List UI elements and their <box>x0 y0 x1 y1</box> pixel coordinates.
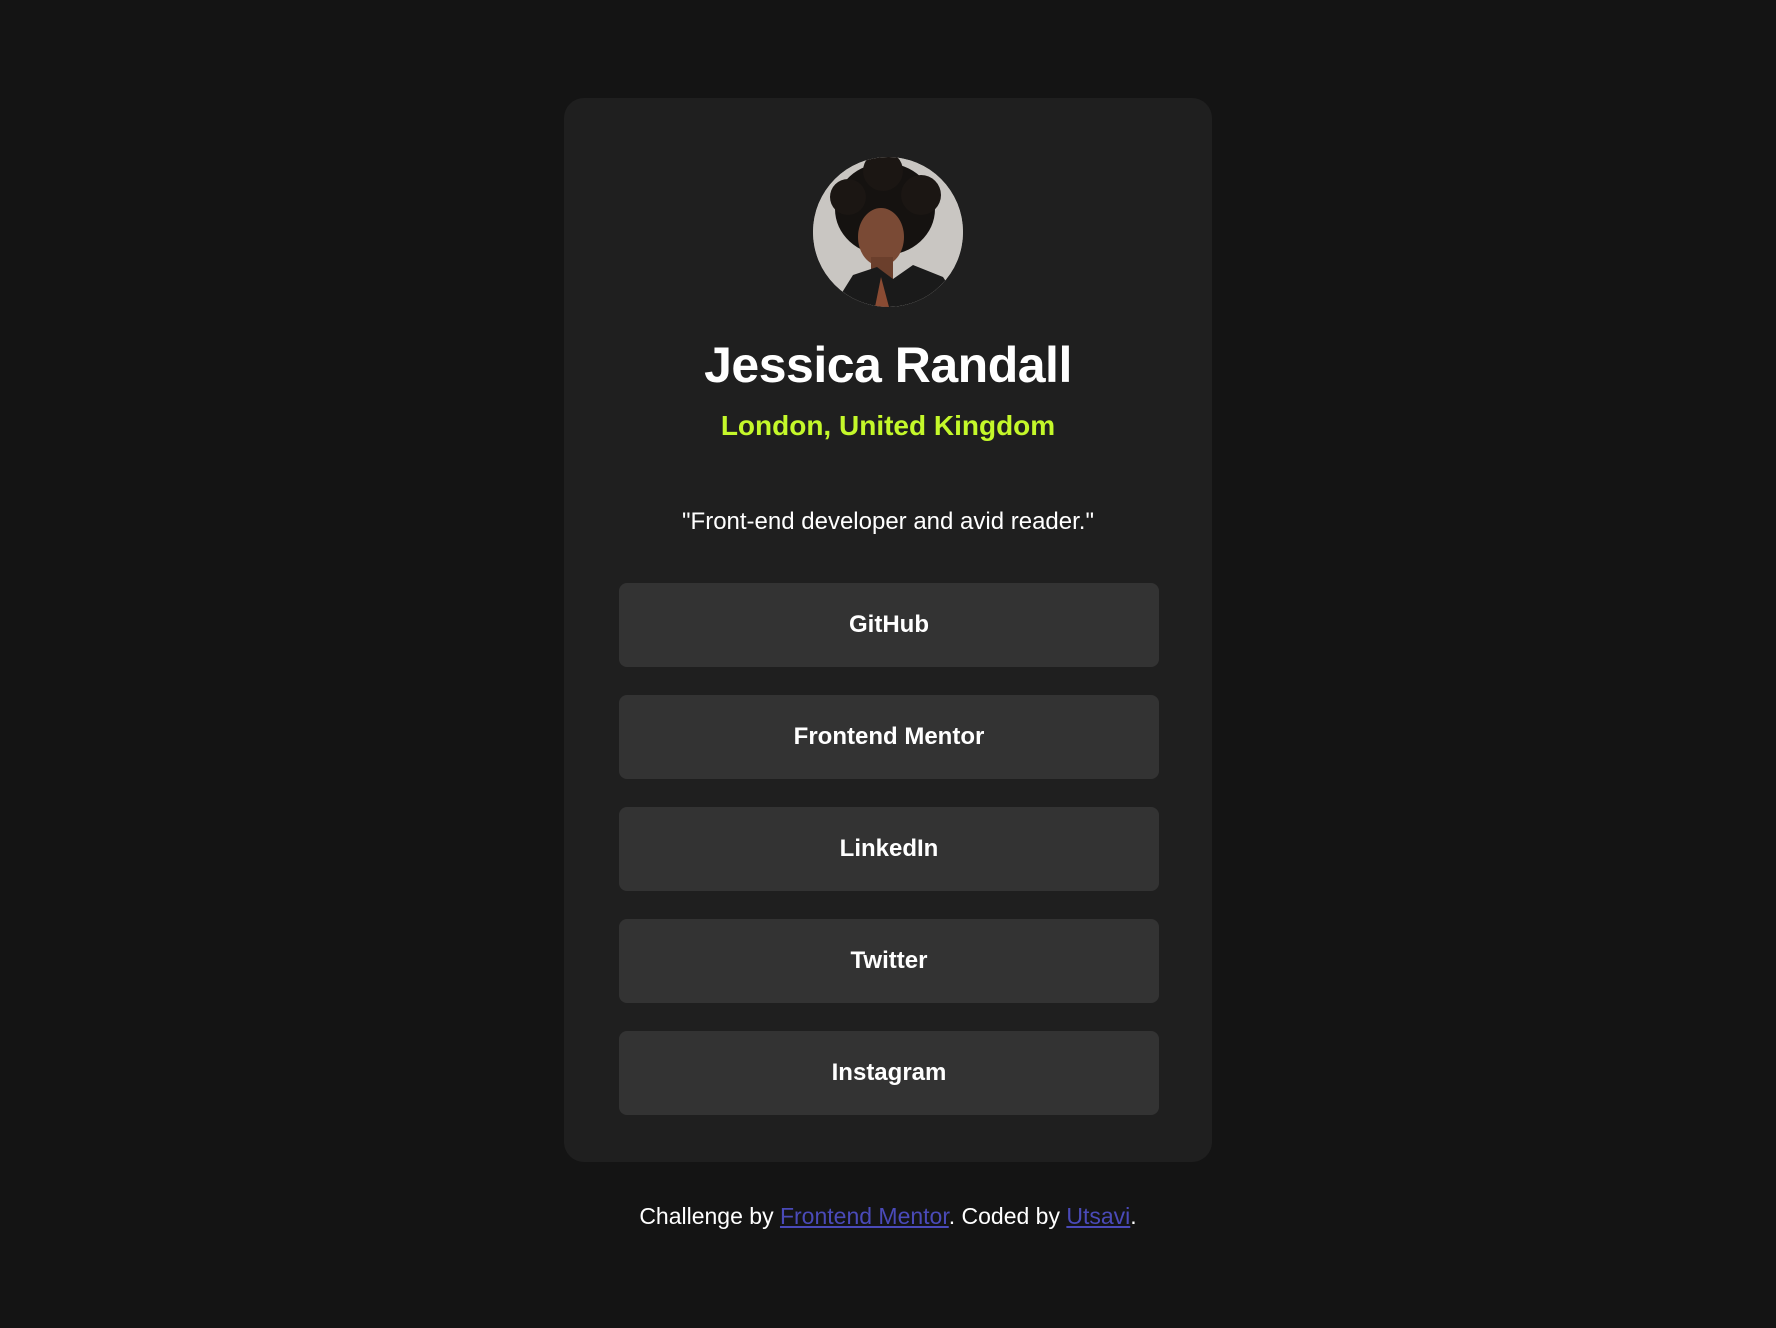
avatar-image <box>813 157 963 307</box>
attribution-middle: . Coded by <box>948 1203 1067 1229</box>
profile-location: London, United Kingdom <box>720 410 1056 441</box>
linkedin-link-button[interactable]: LinkedIn <box>619 807 1159 891</box>
attribution-suffix: . <box>1130 1203 1137 1229</box>
twitter-link-button[interactable]: Twitter <box>619 919 1159 1003</box>
attribution-prefix: Challenge by <box>639 1203 780 1229</box>
profile-name: Jessica Randall <box>704 337 1072 393</box>
frontend-mentor-link[interactable]: Frontend Mentor <box>780 1203 949 1229</box>
avatar <box>813 157 963 307</box>
profile-bio: "Front-end developer and avid reader." <box>682 508 1094 535</box>
profile-card: Jessica Randall London, United Kingdom "… <box>564 98 1212 1162</box>
page: Jessica Randall London, United Kingdom "… <box>0 0 1776 1328</box>
attribution: Challenge by Frontend Mentor. Coded by U… <box>0 1198 1776 1234</box>
instagram-link-button[interactable]: Instagram <box>619 1031 1159 1115</box>
github-link-button[interactable]: GitHub <box>619 583 1159 667</box>
social-links: GitHub Frontend Mentor LinkedIn Twitter … <box>619 583 1159 1143</box>
frontend-mentor-link-button[interactable]: Frontend Mentor <box>619 695 1159 779</box>
author-link[interactable]: Utsavi <box>1066 1203 1130 1229</box>
